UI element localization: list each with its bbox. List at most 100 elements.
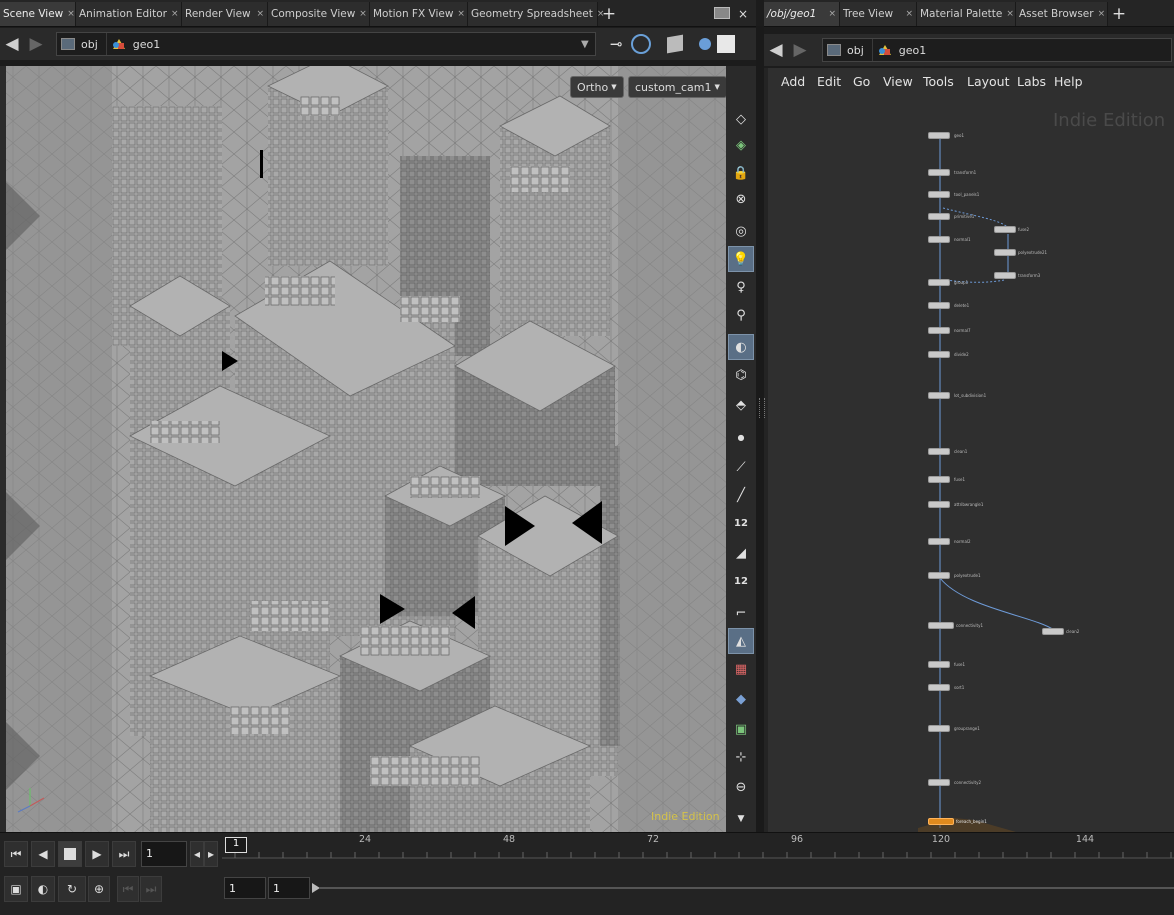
network-node[interactable] xyxy=(928,538,950,545)
headlight-icon[interactable]: ◎ xyxy=(728,218,754,244)
shading-mode-icon[interactable]: ◐ xyxy=(728,334,754,360)
boundary-icon[interactable]: ▣ xyxy=(728,716,754,742)
frame-marker[interactable]: 1 xyxy=(225,837,247,853)
network-node[interactable] xyxy=(928,448,950,455)
breadcrumb-geo1[interactable]: geo1 xyxy=(873,39,934,61)
close-icon[interactable]: × xyxy=(828,9,836,19)
tab-network-path[interactable]: /obj/geo1 × xyxy=(764,2,840,26)
menu-layout[interactable]: Layout xyxy=(967,74,1010,89)
point-display-icon[interactable]: ● xyxy=(728,424,754,450)
network-node[interactable] xyxy=(928,132,950,139)
key-next-icon[interactable]: ⏭ xyxy=(140,876,162,902)
visualize-icon[interactable]: ⬘ xyxy=(728,392,754,418)
close-icon[interactable]: × xyxy=(457,9,465,19)
projection-menu[interactable]: Ortho ▼ xyxy=(570,76,624,98)
network-node[interactable] xyxy=(928,572,950,579)
reference-plane-icon[interactable]: ◇ xyxy=(728,106,754,132)
network-node[interactable] xyxy=(928,327,950,334)
light-bulb-icon[interactable]: ♀ xyxy=(728,274,754,300)
network-node[interactable] xyxy=(928,169,950,176)
realtime-toggle-icon[interactable]: ▣ xyxy=(4,876,28,902)
network-node[interactable] xyxy=(928,351,950,358)
scope-icon[interactable]: ⊖ xyxy=(728,774,754,800)
primitive-numbers-icon[interactable]: 12 xyxy=(728,568,754,594)
menu-add[interactable]: Add xyxy=(781,74,805,89)
menu-tools[interactable]: Tools xyxy=(923,74,954,89)
range-slider-track[interactable] xyxy=(320,887,1174,889)
add-tab-button[interactable]: + xyxy=(1108,2,1130,26)
lighting-icon[interactable]: 💡 xyxy=(728,246,754,272)
network-node[interactable] xyxy=(928,392,950,399)
tab-material-palette[interactable]: Material Palette × xyxy=(917,2,1016,26)
tab-composite-view[interactable]: Composite View × xyxy=(268,2,370,26)
current-frame-field[interactable]: 1 xyxy=(141,841,187,867)
vertex-icon[interactable]: ⊹ xyxy=(728,744,754,770)
network-node[interactable] xyxy=(928,501,950,508)
network-node[interactable] xyxy=(928,684,950,691)
forward-arrow-icon[interactable]: ▶ xyxy=(788,38,812,62)
network-node[interactable] xyxy=(928,476,950,483)
pane-divider[interactable] xyxy=(756,26,764,832)
camera-icon[interactable]: ⊗ xyxy=(728,186,754,212)
hull-display-icon[interactable]: ⌐ xyxy=(728,600,754,626)
step-back-icon[interactable]: ◀ xyxy=(31,841,55,867)
chevron-down-icon[interactable]: ▼ xyxy=(581,39,595,50)
viewport[interactable]: Ortho ▼ custom_cam1 ▼ Indie Edition xyxy=(0,66,726,832)
cube-icon[interactable] xyxy=(666,34,683,54)
menu-view[interactable]: View xyxy=(883,74,913,89)
range-start-field[interactable]: 1 xyxy=(224,877,266,899)
add-tab-button[interactable]: + xyxy=(598,2,620,26)
network-node[interactable] xyxy=(994,272,1016,279)
breadcrumb-obj[interactable]: obj xyxy=(823,39,873,61)
play-icon[interactable]: ▶ xyxy=(85,841,109,867)
menu-help[interactable]: Help xyxy=(1054,74,1083,89)
next-keyframe-icon[interactable]: ▸ xyxy=(204,841,218,867)
lock-camera-icon[interactable]: 🔒 xyxy=(728,160,754,186)
pin-icon[interactable]: ⊸ xyxy=(610,35,623,53)
background-color-icon[interactable] xyxy=(716,35,735,53)
tab-render-view[interactable]: Render View × xyxy=(182,2,268,26)
close-icon[interactable]: × xyxy=(171,9,179,19)
network-node[interactable] xyxy=(928,191,950,198)
toolbar-scroll-icon[interactable]: ▼ xyxy=(728,806,754,832)
back-arrow-icon[interactable]: ◀ xyxy=(764,38,788,62)
network-editor[interactable]: Indie Edition xyxy=(764,68,1174,832)
close-icon[interactable]: × xyxy=(256,9,264,19)
backface-icon[interactable]: ◆ xyxy=(728,686,754,712)
tab-tree-view[interactable]: Tree View × xyxy=(840,2,917,26)
network-node[interactable] xyxy=(928,279,950,286)
range-end-field[interactable]: 1 xyxy=(268,877,310,899)
camera-menu[interactable]: custom_cam1 ▼ xyxy=(628,76,726,98)
uv-display-icon[interactable]: ◭ xyxy=(728,628,754,654)
close-icon[interactable]: × xyxy=(67,9,75,19)
close-icon[interactable]: × xyxy=(1006,9,1014,19)
close-icon[interactable]: × xyxy=(359,9,367,19)
splitter-handle[interactable] xyxy=(759,398,765,418)
forward-arrow-icon[interactable]: ▶ xyxy=(24,32,48,56)
audio-icon[interactable]: ◐ xyxy=(31,876,55,902)
network-node[interactable] xyxy=(928,779,950,786)
menu-labs[interactable]: Labs xyxy=(1017,74,1046,89)
menu-go[interactable]: Go xyxy=(853,74,870,89)
close-pane-button[interactable]: × xyxy=(738,7,748,21)
stop-icon[interactable] xyxy=(58,841,82,867)
sphere-icon[interactable] xyxy=(698,38,711,50)
network-node[interactable] xyxy=(928,302,950,309)
camera-link-icon[interactable] xyxy=(630,34,651,54)
network-node[interactable] xyxy=(1042,628,1064,635)
prev-keyframe-icon[interactable]: ◂ xyxy=(190,841,204,867)
loop-mode-icon[interactable]: ↻ xyxy=(58,876,86,902)
close-icon[interactable]: × xyxy=(905,9,913,19)
point-normals-icon[interactable]: ⟋ xyxy=(728,454,754,480)
network-node[interactable] xyxy=(928,236,950,243)
jump-to-start-icon[interactable]: ⏮ xyxy=(4,841,28,867)
menu-edit[interactable]: Edit xyxy=(817,74,841,89)
display-options-icon[interactable]: ◈ xyxy=(728,132,754,158)
shadow-light-icon[interactable]: ⚲ xyxy=(728,302,754,328)
back-arrow-icon[interactable]: ◀ xyxy=(0,32,24,56)
network-node[interactable] xyxy=(928,725,950,732)
breadcrumb-geo1[interactable]: geo1 xyxy=(107,33,168,55)
ghost-geometry-icon[interactable]: ⌬ xyxy=(728,362,754,388)
maximize-icon[interactable] xyxy=(713,7,730,19)
jump-to-end-icon[interactable]: ⏭ xyxy=(112,841,136,867)
